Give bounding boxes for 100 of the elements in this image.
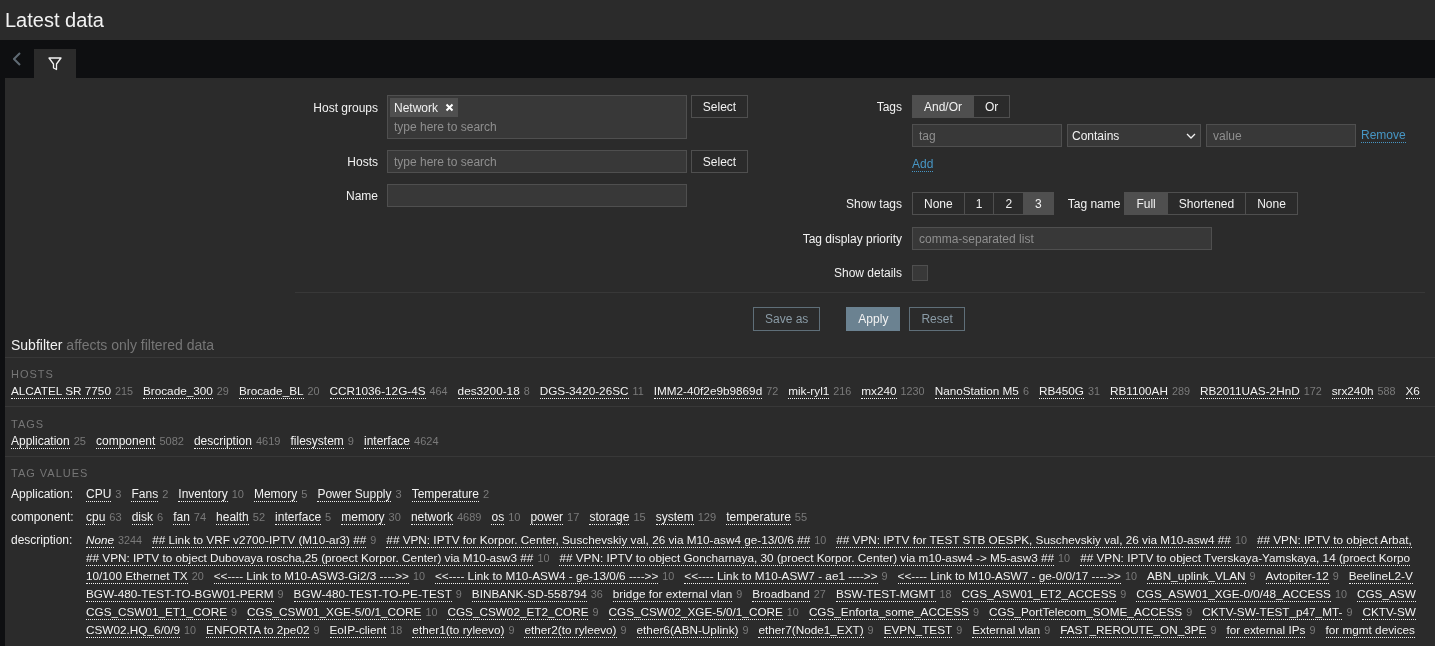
- subfilter-link[interactable]: FAST_REROUTE_ON_3PE: [1060, 622, 1207, 638]
- subfilter-link[interactable]: RB450G: [1038, 383, 1084, 399]
- subfilter-link[interactable]: CGS_ASW01_XGE-0/0/48_ACCESS: [1136, 586, 1331, 602]
- tag-name-option[interactable]: Full: [1125, 193, 1167, 214]
- subfilter-link[interactable]: ## VPN: IPTV for TEST STB OESPK, Suschevskiy val, 26 via M10-asw4 ##: [836, 532, 1231, 548]
- subfilter-link[interactable]: interface: [275, 509, 322, 525]
- subfilter-link[interactable]: system: [655, 509, 694, 525]
- subfilter-link[interactable]: External vlan: [972, 622, 1041, 638]
- host-groups-field[interactable]: Network type here to search: [387, 95, 687, 139]
- subfilter-link[interactable]: EVPN_TEST: [883, 622, 953, 638]
- subfilter-link[interactable]: ABN_uplink_VLAN: [1146, 568, 1246, 584]
- subfilter-link[interactable]: srx240h: [1331, 383, 1374, 399]
- subfilter-link[interactable]: ## Link to VRF v2700-IPTV (M10-ar3) ##: [152, 532, 367, 548]
- subfilter-link[interactable]: component: [96, 433, 156, 449]
- subfilter-link[interactable]: CCR1036-12G-4S: [329, 383, 426, 399]
- subfilter-link[interactable]: RB2011UAS-2HnD: [1199, 383, 1300, 399]
- select-button[interactable]: Select: [691, 150, 748, 173]
- subfilter-link[interactable]: filesystem: [290, 433, 344, 449]
- filter-tab[interactable]: [34, 49, 76, 78]
- subfilter-link[interactable]: <<---- Link to M10-ASW4 - ge-13/0/6 ---->>: [434, 568, 659, 584]
- search-input[interactable]: type here to search: [390, 117, 590, 137]
- subfilter-link[interactable]: Temperature: [411, 486, 479, 502]
- add-link[interactable]: Add: [912, 157, 934, 172]
- subfilter-link[interactable]: fan: [173, 509, 190, 525]
- subfilter-link[interactable]: network: [410, 509, 453, 525]
- show-details-checkbox[interactable]: [912, 265, 928, 281]
- subfilter-link[interactable]: disk: [131, 509, 153, 525]
- subfilter-link[interactable]: 10/100 Ethernet TX: [86, 568, 188, 584]
- subfilter-link[interactable]: CGS_ASW: [1357, 586, 1416, 602]
- remove-chip-button[interactable]: [445, 103, 454, 112]
- subfilter-link[interactable]: RB1100AH: [1110, 383, 1168, 399]
- subfilter-link[interactable]: CGS_Enforta_some_ACCESS: [808, 604, 969, 620]
- subfilter-link[interactable]: Application: [11, 433, 70, 449]
- subfilter-link[interactable]: CGS_CSW01_ET1_CORE: [86, 604, 228, 620]
- subfilter-link[interactable]: Avtopiter-12: [1265, 568, 1329, 584]
- subfilter-link[interactable]: ENFORTA to 2pe02: [206, 622, 310, 638]
- subfilter-link[interactable]: power: [530, 509, 564, 525]
- tags-operator-toggle[interactable]: And/Or: [913, 96, 973, 117]
- subfilter-link[interactable]: NanoStation M5: [934, 383, 1019, 399]
- hosts-field[interactable]: type here to search: [387, 150, 687, 173]
- subfilter-link[interactable]: <<---- Link to M10-ASW3-Gi2/3 ---->>: [213, 568, 409, 584]
- subfilter-link[interactable]: description: [193, 433, 252, 449]
- subfilter-link[interactable]: BeelineL2-V: [1348, 568, 1413, 584]
- subfilter-link[interactable]: DGS-3420-26SC: [539, 383, 629, 399]
- subfilter-link[interactable]: CGS_CSW02_XGE-5/0/1_CORE: [608, 604, 783, 620]
- subfilter-link[interactable]: Memory: [253, 486, 298, 502]
- subfilter-link[interactable]: ether7(Node1_EXT): [758, 622, 864, 638]
- subfilter-link[interactable]: <<---- Link to M10-ASW7 - ae1 ---->>: [684, 568, 878, 584]
- operator-dropdown[interactable]: Contains: [1067, 124, 1201, 147]
- subfilter-link[interactable]: ether1(to ryleevo): [412, 622, 505, 638]
- subfilter-link[interactable]: Brocade_BL: [238, 383, 304, 399]
- form-button[interactable]: Reset: [909, 307, 965, 331]
- subfilter-link[interactable]: des3200-18: [457, 383, 520, 399]
- subfilter-link[interactable]: CGS_CSW02_ET2_CORE: [447, 604, 589, 620]
- subfilter-link[interactable]: Inventory: [178, 486, 228, 502]
- subfilter-link[interactable]: BSW-TEST-MGMT: [835, 586, 936, 602]
- subfilter-link[interactable]: temperature: [726, 509, 791, 525]
- subfilter-link[interactable]: BINBANK-SD-558794: [471, 586, 587, 602]
- subfilter-link[interactable]: EoIP-client: [329, 622, 387, 638]
- value-field[interactable]: value: [1206, 124, 1356, 147]
- subfilter-link[interactable]: IMM2-40f2e9b9869d: [653, 383, 763, 399]
- subfilter-link[interactable]: memory: [341, 509, 385, 525]
- subfilter-link[interactable]: CGS_PortTelecom_SOME_ACCESS: [988, 604, 1183, 620]
- tag-priority-field[interactable]: comma-separated list: [912, 227, 1212, 250]
- subfilter-link[interactable]: Brocade_300: [142, 383, 213, 399]
- tag-field[interactable]: tag: [912, 124, 1062, 147]
- subfilter-link[interactable]: ## VPN: IPTV to object Dubovaya roscha,25 (proect Korpor. Center) via M10-asw3 ##: [86, 550, 534, 566]
- subfilter-link[interactable]: ## VPN: IPTV to object Tverskaya-Yamskaya, 14 (proect Korpo: [1080, 550, 1411, 566]
- select-button[interactable]: Select: [691, 95, 748, 118]
- subfilter-link[interactable]: Fans: [131, 486, 159, 502]
- subfilter-link[interactable]: storage: [589, 509, 630, 525]
- subfilter-link[interactable]: ## VPN: IPTV for Korpor. Center, Suschevskiy val, 26 via M10-asw4 ge-13/0/6 ##: [386, 532, 811, 548]
- subfilter-link[interactable]: None: [86, 532, 115, 548]
- name-field[interactable]: [387, 184, 687, 207]
- subfilter-link[interactable]: for external IPs: [1226, 622, 1306, 638]
- subfilter-link[interactable]: CPU: [86, 486, 112, 502]
- subfilter-link[interactable]: ## VPN: IPTV to object Arbat,: [1256, 532, 1412, 548]
- subfilter-link[interactable]: Power Supply: [317, 486, 392, 502]
- subfilter-link[interactable]: BGW-480-TEST-TO-PE-TEST: [293, 586, 452, 602]
- subfilter-link[interactable]: cpu: [86, 509, 106, 525]
- subfilter-link[interactable]: ALCATEL SR 7750: [11, 383, 111, 399]
- subfilter-link[interactable]: CGS_ASW01_ET2_ACCESS: [961, 586, 1117, 602]
- subfilter-link[interactable]: ## VPN: IPTV to object Goncharnaya, 30 (proect Korpor. Center) via m10-asw4 -> M5-asw3 ##: [559, 550, 1055, 566]
- subfilter-link[interactable]: bridge for external vlan: [612, 586, 733, 602]
- subfilter-link[interactable]: os: [491, 509, 505, 525]
- remove-link[interactable]: Remove: [1361, 128, 1406, 143]
- subfilter-link[interactable]: ether6(ABN-Uplink): [636, 622, 739, 638]
- subfilter-link[interactable]: for mgmt devices: [1325, 622, 1415, 638]
- subfilter-link[interactable]: ether2(to ryleevo): [524, 622, 617, 638]
- subfilter-link[interactable]: mx240: [861, 383, 897, 399]
- form-button[interactable]: Apply: [846, 307, 901, 331]
- subfilter-link[interactable]: CKTV-SW-TEST_p47_MT-: [1202, 604, 1343, 620]
- subfilter-link[interactable]: CSW02.HQ_6/0/9: [86, 622, 181, 638]
- subfilter-link[interactable]: CKTV-SW: [1362, 604, 1416, 620]
- subfilter-link[interactable]: interface: [364, 433, 410, 449]
- subfilter-link[interactable]: BGW-480-TEST-TO-BGW01-PERM: [86, 586, 274, 602]
- form-button[interactable]: Save as: [753, 307, 821, 331]
- subfilter-link[interactable]: mik-ryl1: [788, 383, 830, 399]
- subfilter-link[interactable]: health: [216, 509, 249, 525]
- subfilter-link[interactable]: <<---- Link to M10-ASW7 - ge-0/0/17 ---->>: [897, 568, 1121, 584]
